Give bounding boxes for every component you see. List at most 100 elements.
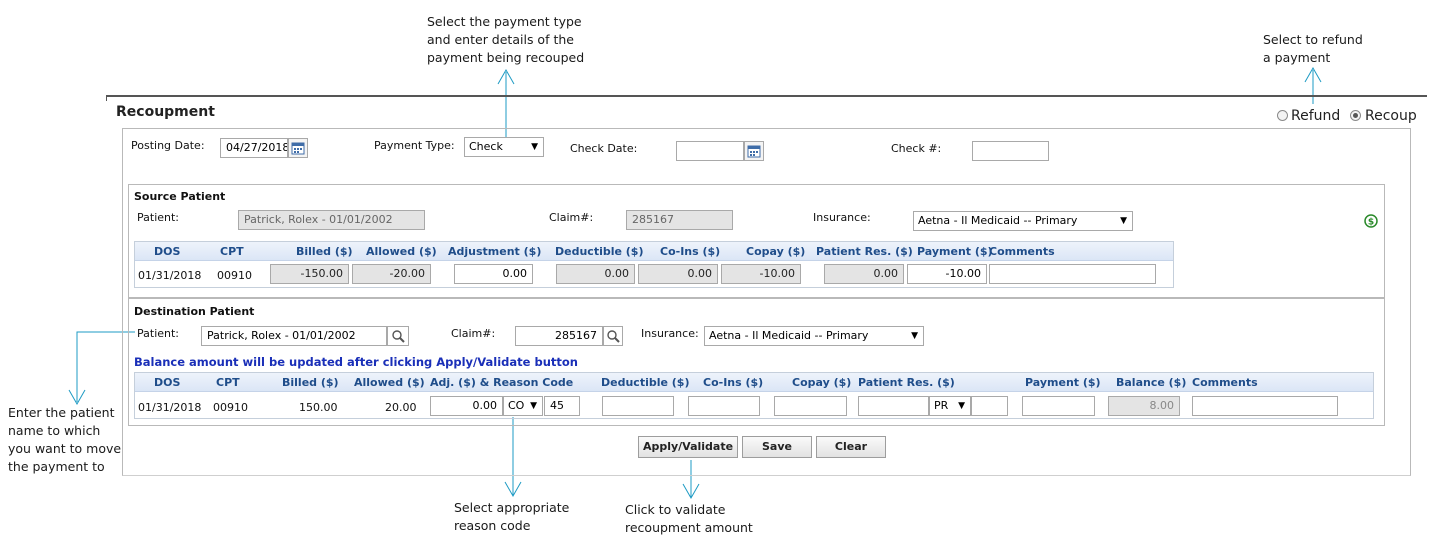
source-col-deductible: Deductible ($) [555, 245, 644, 258]
patient-search-icon[interactable] [387, 326, 409, 346]
svg-text:$: $ [1368, 218, 1374, 228]
dest-col-dos: DOS [154, 376, 181, 389]
posting-date-input[interactable]: 04/27/2018 [220, 138, 288, 158]
posting-date-label: Posting Date: [131, 139, 205, 152]
source-deductible-field: 0.00 [556, 264, 635, 284]
chevron-down-icon: ▼ [911, 331, 918, 341]
source-row-dos: 01/31/2018 [138, 269, 202, 282]
claim-search-icon[interactable] [603, 326, 623, 346]
source-col-comments: Comments [989, 245, 1055, 258]
panel-left-border [106, 95, 107, 101]
destination-insurance-label: Insurance: [641, 327, 699, 340]
clear-button[interactable]: Clear [816, 436, 886, 458]
recoup-radio[interactable] [1350, 110, 1361, 121]
callout-reason-code: Select appropriate reason code [454, 500, 570, 533]
source-patient-input: Patrick, Rolex - 01/01/2002 [238, 210, 425, 230]
dest-comments-input[interactable] [1192, 396, 1338, 416]
refund-radio[interactable] [1277, 110, 1288, 121]
dest-deductible-input[interactable] [602, 396, 674, 416]
check-number-label: Check #: [891, 142, 942, 155]
source-billed-field: -150.00 [270, 264, 349, 284]
payment-type-select[interactable]: Check ▼ [464, 137, 544, 157]
source-comments-input[interactable] [989, 264, 1156, 284]
source-copay-field: -10.00 [721, 264, 801, 284]
source-payment-input[interactable]: -10.00 [907, 264, 987, 284]
dest-adjustment-input[interactable]: 0.00 [430, 396, 503, 416]
chevron-down-icon: ▼ [1120, 216, 1127, 226]
source-allowed-field: -20.00 [352, 264, 431, 284]
patient-res-group-select[interactable]: PR ▼ [929, 396, 971, 416]
dest-row-allowed: 20.00 [385, 401, 417, 414]
source-claim-input: 285167 [626, 210, 733, 230]
source-col-coins: Co-Ins ($) [660, 245, 721, 258]
dest-row-dos: 01/31/2018 [138, 401, 202, 414]
dest-col-allowed: Allowed ($) [354, 376, 425, 389]
dest-row-cpt: 00910 [213, 401, 248, 414]
destination-insurance-select[interactable]: Aetna - Il Medicaid -- Primary ▼ [704, 326, 924, 346]
source-adjustment-input[interactable]: 0.00 [454, 264, 533, 284]
check-number-input[interactable] [972, 141, 1049, 161]
destination-patient-input[interactable]: Patrick, Rolex - 01/01/2002 [201, 326, 387, 346]
apply-validate-button[interactable]: Apply/Validate [638, 436, 738, 458]
source-col-billed: Billed ($) [296, 245, 353, 258]
dest-col-deductible: Deductible ($) [601, 376, 690, 389]
dest-col-patient-res: Patient Res. ($) [858, 376, 955, 389]
callout-refund: Select to refund a payment [1263, 32, 1363, 65]
check-date-label: Check Date: [570, 142, 638, 155]
patient-res-code-input[interactable] [971, 396, 1008, 416]
chevron-down-icon: ▼ [531, 142, 538, 152]
source-col-adjustment: Adjustment ($) [448, 245, 542, 258]
callout-patient: Enter the patient name to which you want… [8, 405, 122, 474]
source-insurance-select[interactable]: Aetna - Il Medicaid -- Primary ▼ [913, 211, 1133, 231]
payment-type-label: Payment Type: [374, 139, 455, 152]
source-claim-label: Claim#: [549, 211, 594, 224]
dest-balance-field: 8.00 [1108, 396, 1180, 416]
chevron-down-icon: ▼ [958, 401, 965, 411]
reason-code-input[interactable]: 45 [544, 396, 580, 416]
source-col-copay: Copay ($) [746, 245, 806, 258]
save-button[interactable]: Save [742, 436, 812, 458]
dest-col-comments: Comments [1192, 376, 1258, 389]
callout-validate: Click to validate recoupment amount [625, 502, 753, 535]
source-patient-label: Patient: [137, 211, 180, 224]
source-insurance-value: Aetna - Il Medicaid -- Primary [918, 214, 1078, 227]
source-insurance-label: Insurance: [813, 211, 871, 224]
dest-col-cpt: CPT [216, 376, 240, 389]
source-col-dos: DOS [154, 245, 181, 258]
source-col-patient-res: Patient Res. ($) [816, 245, 913, 258]
destination-claim-label: Claim#: [451, 327, 496, 340]
source-col-allowed: Allowed ($) [366, 245, 437, 258]
payment-type-value: Check [469, 140, 503, 153]
patient-res-group-value: PR [934, 399, 949, 412]
source-patient-title: Source Patient [134, 190, 226, 203]
destination-patient-label: Patient: [137, 327, 180, 340]
posting-date-calendar-icon[interactable] [288, 138, 308, 158]
callout-payment-type: Select the payment type and enter detail… [427, 14, 585, 65]
source-col-payment: Payment ($) [917, 245, 993, 258]
dest-payment-input[interactable] [1022, 396, 1095, 416]
refund-label: Refund [1291, 108, 1341, 124]
source-col-cpt: CPT [220, 245, 244, 258]
balance-update-note: Balance amount will be updated after cli… [134, 355, 578, 369]
reason-group-value: CO [508, 399, 525, 412]
source-row-cpt: 00910 [217, 269, 252, 282]
destination-claim-input[interactable]: 285167 [515, 326, 603, 346]
dest-patient-res-input[interactable] [858, 396, 929, 416]
dest-coins-input[interactable] [688, 396, 760, 416]
dest-col-payment: Payment ($) [1025, 376, 1101, 389]
check-date-input[interactable] [676, 141, 744, 161]
check-date-calendar-icon[interactable] [744, 141, 764, 161]
dest-col-coins: Co-Ins ($) [703, 376, 764, 389]
page-title: Recoupment [116, 104, 215, 120]
reason-group-select[interactable]: CO ▼ [503, 396, 543, 416]
dest-copay-input[interactable] [774, 396, 847, 416]
destination-patient-title: Destination Patient [134, 305, 255, 318]
source-coins-field: 0.00 [638, 264, 718, 284]
dest-col-adj-reason: Adj. ($) & Reason Code [430, 376, 574, 389]
dest-col-billed: Billed ($) [282, 376, 339, 389]
destination-insurance-value: Aetna - Il Medicaid -- Primary [709, 329, 869, 342]
refresh-dollar-icon[interactable]: $ [1363, 213, 1379, 232]
chevron-down-icon: ▼ [530, 401, 537, 411]
dest-row-billed: 150.00 [299, 401, 338, 414]
source-patient-res-field: 0.00 [824, 264, 904, 284]
